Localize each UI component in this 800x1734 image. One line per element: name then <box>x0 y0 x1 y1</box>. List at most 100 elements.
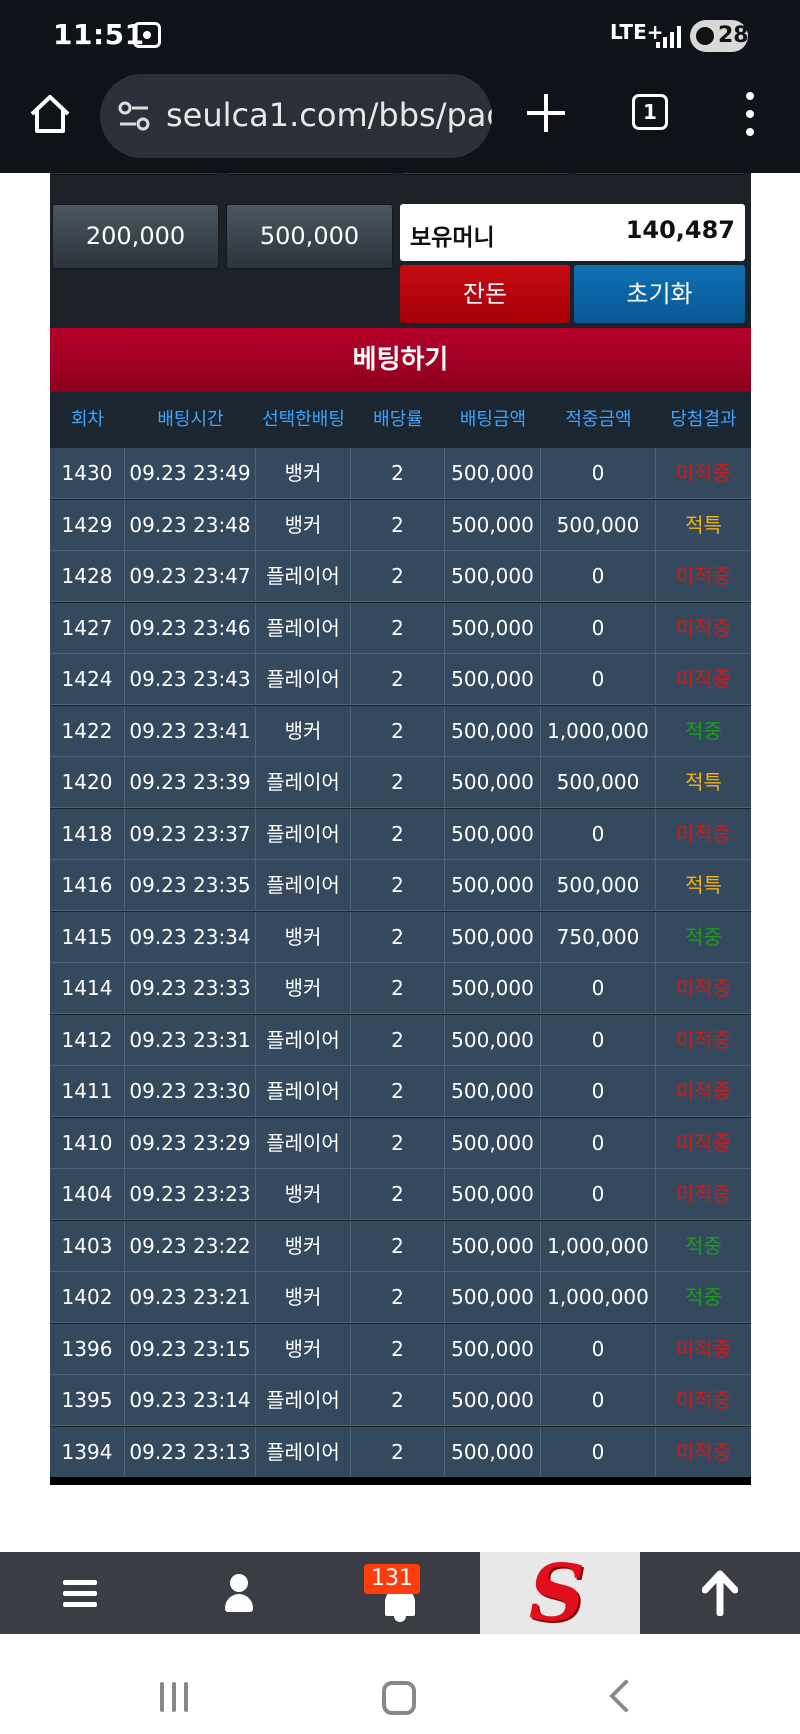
cell-win: 750,000 <box>541 911 656 962</box>
bet-header[interactable]: 베팅하기 <box>50 328 751 392</box>
cell-bet: 500,000 <box>445 551 541 601</box>
cell-bet: 500,000 <box>445 1426 541 1477</box>
cell-odds: 2 <box>351 1272 445 1322</box>
cell-round: 1412 <box>50 1014 125 1065</box>
reset-button[interactable]: 초기화 <box>574 265 745 323</box>
cell-result: 미적중 <box>675 1027 732 1052</box>
cell-win: 0 <box>541 1426 656 1477</box>
cell-time: 09.23 23:13 <box>125 1426 256 1477</box>
cell-pick: 플레이어 <box>256 1014 351 1065</box>
amount-button-partial[interactable] <box>52 173 220 175</box>
cell-win: 1,000,000 <box>541 1272 656 1322</box>
cell-win: 0 <box>541 963 656 1013</box>
cell-pick: 뱅커 <box>256 1169 351 1219</box>
cell-bet: 500,000 <box>445 499 541 550</box>
cell-result: 적특 <box>685 512 722 537</box>
cell-odds: 2 <box>351 1066 445 1116</box>
cell-time: 09.23 23:39 <box>125 757 256 807</box>
home-icon[interactable] <box>28 92 72 136</box>
cell-result: 미적중 <box>675 976 732 1000</box>
table-row: 1410 09.23 23:29 플레이어 2 500,000 0 미적중 <box>50 1117 751 1169</box>
notification-badge: 131 <box>364 1564 420 1594</box>
table-row: 1412 09.23 23:31 플레이어 2 500,000 0 미적중 <box>50 1014 751 1066</box>
url-text[interactable]: seulca1.com/bbs/pag <box>166 96 492 134</box>
cell-pick: 뱅커 <box>256 963 351 1013</box>
amount-button-500000[interactable]: 500,000 <box>226 204 393 269</box>
cell-win: 0 <box>541 808 656 859</box>
tune-icon[interactable] <box>118 100 150 132</box>
cell-win: 500,000 <box>541 860 656 910</box>
system-home-icon[interactable] <box>382 1681 416 1715</box>
cell-bet: 500,000 <box>445 1323 541 1374</box>
cell-time: 09.23 23:29 <box>125 1117 256 1168</box>
cell-bet: 500,000 <box>445 1066 541 1116</box>
person-icon[interactable] <box>160 1552 320 1634</box>
cell-round: 1414 <box>50 963 125 1013</box>
change-button[interactable]: 잔돈 <box>400 265 570 323</box>
cell-time: 09.23 23:43 <box>125 654 256 704</box>
amount-button-partial[interactable] <box>400 173 570 175</box>
table-row: 1403 09.23 23:22 뱅커 2 500,000 1,000,000 적중 <box>50 1220 751 1272</box>
cell-time: 09.23 23:23 <box>125 1169 256 1219</box>
cell-pick: 플레이어 <box>256 551 351 601</box>
cell-round: 1411 <box>50 1066 125 1116</box>
cell-pick: 플레이어 <box>256 1066 351 1116</box>
cell-result: 미적중 <box>675 1336 732 1361</box>
amount-button-200000[interactable]: 200,000 <box>52 204 219 269</box>
cell-bet: 500,000 <box>445 1375 541 1425</box>
cell-time: 09.23 23:21 <box>125 1272 256 1322</box>
cell-win: 1,000,000 <box>541 1220 656 1271</box>
arrow-up-icon[interactable] <box>702 1570 738 1616</box>
table-row: 1416 09.23 23:35 플레이어 2 500,000 500,000 적특 <box>50 860 751 911</box>
cell-time: 09.23 23:34 <box>125 911 256 962</box>
cell-odds: 2 <box>351 757 445 807</box>
panel-bottom-border <box>50 1477 751 1485</box>
system-back-icon[interactable] <box>609 1679 643 1713</box>
cell-result: 미적중 <box>675 1439 732 1464</box>
cell-result: 적중 <box>685 1233 722 1258</box>
plus-icon[interactable] <box>527 94 565 132</box>
cell-round: 1410 <box>50 1117 125 1168</box>
cell-pick: 플레이어 <box>256 1117 351 1168</box>
address-bar[interactable]: seulca1.com/bbs/pag <box>100 74 492 158</box>
tabs-icon[interactable]: 1 <box>632 94 668 130</box>
cell-odds: 2 <box>351 808 445 859</box>
cell-odds: 2 <box>351 499 445 550</box>
cell-result: 미적중 <box>675 1182 732 1206</box>
cell-bet: 500,000 <box>445 757 541 807</box>
cell-win: 0 <box>541 1014 656 1065</box>
system-nav-bar <box>0 1634 800 1734</box>
amount-button-partial[interactable] <box>226 173 394 175</box>
cell-bet: 500,000 <box>445 963 541 1013</box>
cell-result: 미적중 <box>675 821 732 846</box>
cell-bet: 500,000 <box>445 860 541 910</box>
cell-round: 1427 <box>50 602 125 653</box>
cell-odds: 2 <box>351 448 445 498</box>
cell-win: 0 <box>541 1323 656 1374</box>
table-row: 1418 09.23 23:37 플레이어 2 500,000 0 미적중 <box>50 808 751 860</box>
cell-odds: 2 <box>351 1323 445 1374</box>
cell-win: 0 <box>541 1117 656 1168</box>
cell-pick: 뱅커 <box>256 911 351 962</box>
cell-win: 0 <box>541 602 656 653</box>
bottom-nav: 131 S <box>0 1552 800 1634</box>
cell-win: 0 <box>541 654 656 704</box>
table-row: 1402 09.23 23:21 뱅커 2 500,000 1,000,000 적중 <box>50 1272 751 1323</box>
menu-icon[interactable] <box>0 1552 160 1634</box>
cell-pick: 뱅커 <box>256 499 351 550</box>
table-row: 1420 09.23 23:39 플레이어 2 500,000 500,000 적특 <box>50 757 751 808</box>
cell-result: 미적중 <box>675 461 732 485</box>
cell-round: 1424 <box>50 654 125 704</box>
cell-odds: 2 <box>351 860 445 910</box>
cell-time: 09.23 23:41 <box>125 705 256 756</box>
cell-round: 1402 <box>50 1272 125 1322</box>
cell-round: 1420 <box>50 757 125 807</box>
cell-result: 미적중 <box>675 1130 732 1155</box>
status-bar: 11:51 LTE+ 28 <box>0 0 800 70</box>
amount-button-partial[interactable] <box>574 173 745 175</box>
more-vert-icon[interactable] <box>740 92 760 136</box>
cell-result: 적중 <box>685 718 722 743</box>
cell-win: 1,000,000 <box>541 705 656 756</box>
cell-round: 1394 <box>50 1426 125 1477</box>
column-header-round: 회차 <box>70 409 105 430</box>
